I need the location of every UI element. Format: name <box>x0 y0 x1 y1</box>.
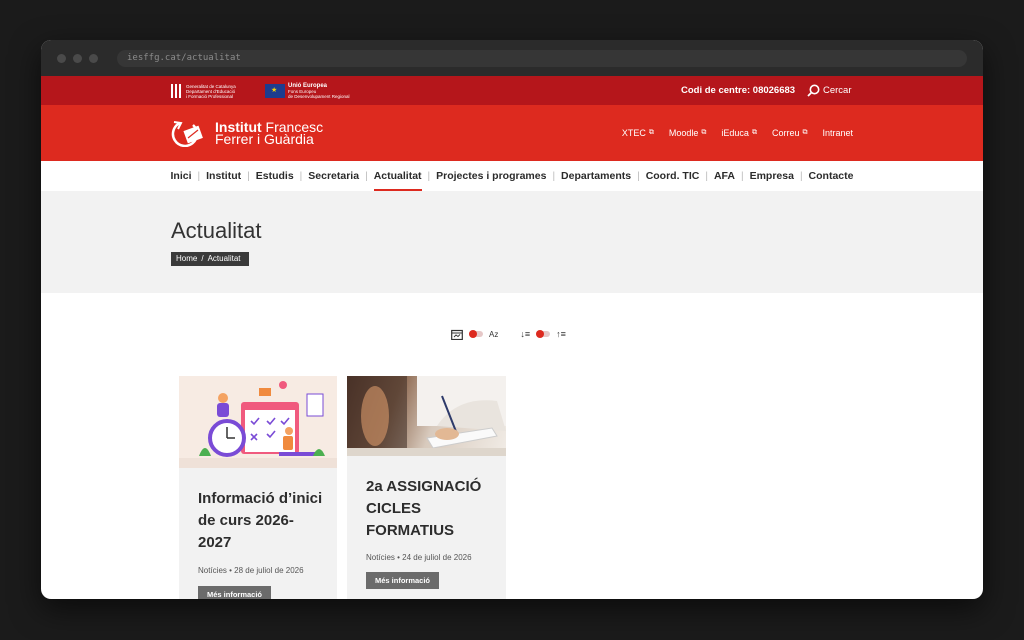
post-image-calendar-illustration[interactable] <box>179 376 337 468</box>
link-intranet[interactable]: Intranet <box>822 128 853 138</box>
more-info-button[interactable]: Més informació <box>198 586 272 599</box>
post-title[interactable]: 2a ASSIGNACIÓ CICLES FORMATIUS <box>366 476 486 542</box>
eu-flag-icon <box>265 84 285 98</box>
link-correu[interactable]: Correu ⧉ <box>772 128 808 138</box>
close-window-dot[interactable] <box>57 54 66 63</box>
link-moodle[interactable]: Moodle ⧉ <box>669 128 707 138</box>
maximize-window-dot[interactable] <box>89 54 98 63</box>
breadcrumb: Home / Actualitat <box>171 252 250 266</box>
post-title[interactable]: Informació d’inici de curs 2026-2027 <box>198 488 323 554</box>
browser-window: iesffg.cat/actualitat Generalitat de Cat… <box>41 40 983 599</box>
logo-text: Institut Francesc Ferrer i Guàrdia <box>215 119 324 147</box>
post-card: 2a ASSIGNACIÓ CICLES FORMATIUS Notícies … <box>347 376 506 599</box>
page-header: Actualitat Home / Actualitat <box>41 191 983 293</box>
minimize-window-dot[interactable] <box>73 54 82 63</box>
external-links: XTEC ⧉ Moodle ⧉ iEduca ⧉ Correu ⧉ Intranet <box>607 105 853 161</box>
sort-descending-icon[interactable]: ↓≡ <box>520 329 530 339</box>
nav-item-coord-tic[interactable]: Coord. TIC <box>640 161 706 191</box>
post-category[interactable]: Notícies <box>198 566 227 575</box>
sort-ascending-icon[interactable]: ↑≡ <box>556 329 566 339</box>
calendar-illustration <box>179 381 337 468</box>
sort-controls: Az ↓≡ ↑≡ <box>451 327 566 341</box>
nav-item-actualitat[interactable]: Actualitat <box>368 161 428 191</box>
search-icon <box>807 84 820 97</box>
external-link-icon: ⧉ <box>802 129 808 136</box>
external-link-icon: ⧉ <box>701 129 707 136</box>
post-image-exam-photo[interactable] <box>347 376 506 456</box>
nav-item-inici[interactable]: Inici <box>165 161 198 191</box>
post-meta: Notícies • 28 de juliol de 2026 <box>198 566 304 575</box>
exam-photo <box>347 376 506 456</box>
search-label: Cercar <box>823 85 852 96</box>
post-card: Informació d’inici de curs 2026-2027 Not… <box>179 376 337 599</box>
external-link-icon: ⧉ <box>751 129 757 136</box>
post-date: 24 de juliol de 2026 <box>402 553 472 562</box>
address-bar[interactable]: iesffg.cat/actualitat <box>117 50 967 67</box>
nav-item-afa[interactable]: AFA <box>708 161 741 191</box>
breadcrumb-separator: / <box>201 254 204 263</box>
nav-item-institut[interactable]: Institut <box>200 161 247 191</box>
sort-type-toggle[interactable] <box>469 330 483 338</box>
post-date: 28 de juliol de 2026 <box>234 566 304 575</box>
post-meta: Notícies • 24 de juliol de 2026 <box>366 553 472 562</box>
alpha-sort-label[interactable]: Az <box>489 330 498 339</box>
site-header: Institut Francesc Ferrer i Guàrdia XTEC ⧉… <box>41 105 983 161</box>
breadcrumb-current: Actualitat <box>207 254 241 263</box>
external-link-icon: ⧉ <box>648 129 654 136</box>
breadcrumb-home[interactable]: Home <box>176 252 197 266</box>
nav-item-secretaria[interactable]: Secretaria <box>302 161 365 191</box>
nav-item-estudis[interactable]: Estudis <box>250 161 300 191</box>
logo-icon <box>171 121 203 147</box>
nav-item-projectes[interactable]: Projectes i programes <box>430 161 552 191</box>
codi-centre: Codi de centre: 08026683 <box>681 85 796 96</box>
browser-chrome: iesffg.cat/actualitat <box>41 40 983 76</box>
nav-item-empresa[interactable]: Empresa <box>744 161 800 191</box>
post-category[interactable]: Notícies <box>366 553 395 562</box>
sort-order-toggle[interactable] <box>536 330 551 338</box>
page-title: Actualitat <box>171 218 262 243</box>
more-info-button[interactable]: Més informació <box>366 572 440 589</box>
main-nav: Inici | Institut | Estudis | Secretaria | Ac… <box>41 161 983 191</box>
link-xtec[interactable]: XTEC ⧉ <box>622 128 654 138</box>
gencat-text: Generalitat de Catalunya Departament d'E… <box>186 83 236 99</box>
nav-item-departaments[interactable]: Departaments <box>555 161 637 191</box>
eu-text: Unió Europea Fons Europeu de Desenvolupa… <box>288 83 350 99</box>
gencat-logo[interactable]: Generalitat de Catalunya Departament d'E… <box>171 83 258 99</box>
nav-item-contacte[interactable]: Contacte <box>803 161 860 191</box>
site-logo[interactable]: Institut Francesc Ferrer i Guàrdia <box>171 119 323 147</box>
calendar-sort-icon[interactable] <box>451 329 463 340</box>
eu-logo[interactable]: Unió Europea Fons Europeu de Desenvolupa… <box>265 83 378 99</box>
gencat-mark-icon <box>171 84 183 98</box>
link-ieduca[interactable]: iEduca ⧉ <box>721 128 757 138</box>
search-button[interactable]: Cercar <box>807 76 852 105</box>
top-bar: Generalitat de Catalunya Departament d'E… <box>41 76 983 105</box>
